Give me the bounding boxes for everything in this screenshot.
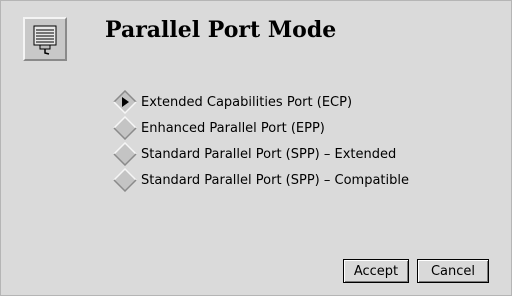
option-epp[interactable]: Enhanced Parallel Port (EPP) — [113, 115, 409, 141]
option-label-spp-compatible: Standard Parallel Port (SPP) – Compatibl… — [141, 172, 409, 188]
parallel-port-icon — [23, 17, 67, 61]
option-spp-compatible[interactable]: Standard Parallel Port (SPP) – Compatibl… — [113, 167, 409, 193]
cancel-button[interactable]: Cancel — [417, 259, 489, 283]
option-label-spp-extended: Standard Parallel Port (SPP) – Extended — [141, 146, 397, 162]
option-ecp[interactable]: Extended Capabilities Port (ECP) — [113, 89, 409, 115]
radio-selected-icon[interactable] — [113, 90, 137, 114]
option-spp-extended[interactable]: Standard Parallel Port (SPP) – Extended — [113, 141, 409, 167]
dialog-title: Parallel Port Mode — [105, 17, 337, 43]
port-mode-options: Extended Capabilities Port (ECP) Enhance… — [113, 89, 409, 193]
option-label-ecp: Extended Capabilities Port (ECP) — [141, 94, 353, 110]
radio-unselected-icon[interactable] — [113, 168, 137, 192]
radio-unselected-icon[interactable] — [113, 116, 137, 140]
dialog-window: Parallel Port Mode Extended Capabilities… — [0, 0, 512, 296]
option-label-epp: Enhanced Parallel Port (EPP) — [141, 120, 325, 136]
radio-unselected-icon[interactable] — [113, 142, 137, 166]
accept-button[interactable]: Accept — [343, 259, 409, 283]
